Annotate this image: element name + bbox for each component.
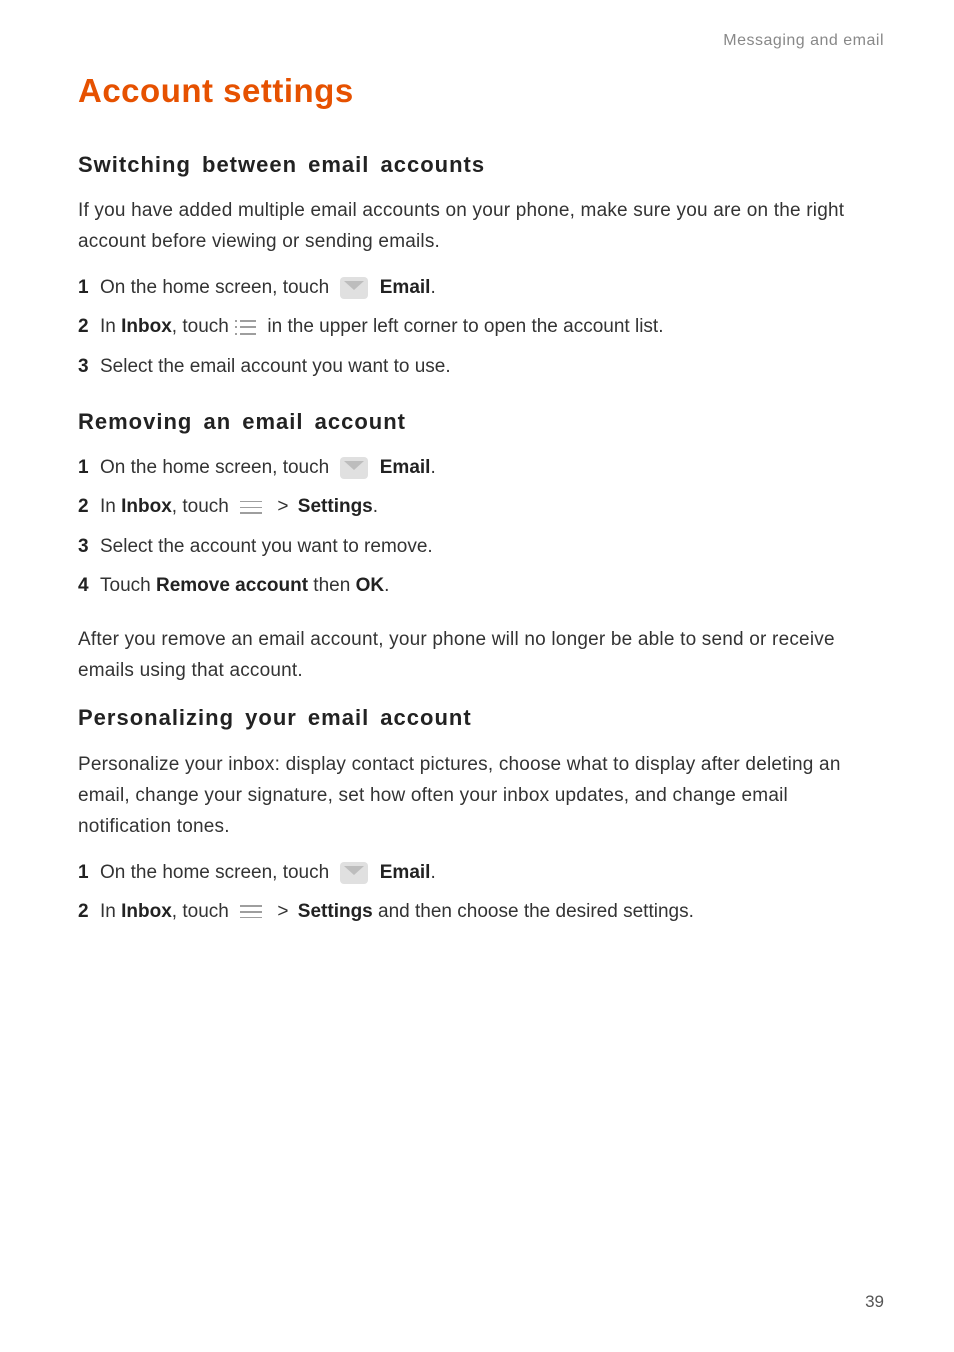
step-number: 2 — [78, 491, 100, 522]
step-body: Select the email account you want to use… — [100, 351, 451, 382]
running-header: Messaging and email — [78, 28, 884, 54]
step-number: 1 — [78, 272, 100, 303]
step-body: In Inbox, touch > Settings. — [100, 491, 378, 522]
step: 3Select the email account you want to us… — [78, 351, 884, 382]
step-text: Select the email account you want to use… — [100, 356, 451, 377]
menu-icon — [240, 905, 262, 918]
step: 2In Inbox, touch in the upper left corne… — [78, 311, 884, 342]
step-text: Touch — [100, 575, 156, 596]
page-title: Account settings — [78, 64, 884, 118]
menu-icon — [240, 501, 262, 514]
step-text: On the home screen, touch — [100, 277, 334, 298]
step-text: In — [100, 316, 121, 337]
step-text: in the upper left corner to open the acc… — [262, 316, 663, 337]
step-body: In Inbox, touch > Settings and then choo… — [100, 896, 694, 927]
step-text: and then choose the desired settings. — [373, 901, 694, 922]
step-text: On the home screen, touch — [100, 457, 334, 478]
step-text: In — [100, 496, 121, 517]
step-text: , touch — [172, 901, 234, 922]
step-number: 2 — [78, 896, 100, 927]
step: 1On the home screen, touch Email. — [78, 272, 884, 303]
email-app-icon — [340, 862, 368, 884]
step: 3Select the account you want to remove. — [78, 531, 884, 562]
step: 2In Inbox, touch > Settings and then cho… — [78, 896, 884, 927]
step-body: On the home screen, touch Email. — [100, 272, 436, 303]
ui-label: Email — [380, 457, 431, 478]
email-app-icon — [340, 457, 368, 479]
step: 2In Inbox, touch > Settings. — [78, 491, 884, 522]
ui-label: Settings — [298, 901, 373, 922]
step-list: 1On the home screen, touch Email.2In Inb… — [78, 272, 884, 382]
step-text: . — [430, 457, 435, 478]
step-text: In — [100, 901, 121, 922]
ui-label: Remove account — [156, 575, 308, 596]
step-text: then — [308, 575, 356, 596]
step-body: Select the account you want to remove. — [100, 531, 433, 562]
step-text: . — [373, 496, 378, 517]
step-number: 3 — [78, 351, 100, 382]
step-text: . — [430, 277, 435, 298]
ui-label: Email — [380, 277, 431, 298]
step-text: . — [384, 575, 389, 596]
page-number: 39 — [865, 1288, 884, 1316]
ui-label: Inbox — [121, 496, 172, 517]
section-intro: Personalize your inbox: display contact … — [78, 749, 884, 843]
email-app-icon — [340, 277, 368, 299]
section-outro: After you remove an email account, your … — [78, 624, 884, 687]
step-text: On the home screen, touch — [100, 862, 334, 883]
ui-label: OK — [356, 575, 385, 596]
step: 4Touch Remove account then OK. — [78, 570, 884, 601]
step-text: . — [430, 862, 435, 883]
step-number: 1 — [78, 452, 100, 483]
step-number: 4 — [78, 570, 100, 601]
ui-label: Settings — [298, 496, 373, 517]
section-heading: Removing an email account — [78, 404, 884, 440]
step-body: On the home screen, touch Email. — [100, 857, 436, 888]
step: 1On the home screen, touch Email. — [78, 857, 884, 888]
step-body: In Inbox, touch in the upper left corner… — [100, 311, 663, 342]
ui-label: Inbox — [121, 901, 172, 922]
step-number: 2 — [78, 311, 100, 342]
chevron-right-icon: > — [273, 496, 292, 517]
document-page: Messaging and email Account settings Swi… — [0, 0, 954, 1352]
step-text: , touch — [172, 496, 234, 517]
section-heading: Switching between email accounts — [78, 147, 884, 183]
step-list: 1On the home screen, touch Email.2In Inb… — [78, 857, 884, 928]
step: 1On the home screen, touch Email. — [78, 452, 884, 483]
step-body: Touch Remove account then OK. — [100, 570, 389, 601]
section-intro: If you have added multiple email account… — [78, 195, 884, 258]
section-heading: Personalizing your email account — [78, 700, 884, 736]
chevron-right-icon: > — [273, 901, 292, 922]
step-number: 1 — [78, 857, 100, 888]
step-list: 1On the home screen, touch Email.2In Inb… — [78, 452, 884, 601]
step-text: , touch — [172, 316, 234, 337]
account-list-icon — [240, 320, 256, 335]
ui-label: Email — [380, 862, 431, 883]
ui-label: Inbox — [121, 316, 172, 337]
step-text: Select the account you want to remove. — [100, 536, 433, 557]
step-body: On the home screen, touch Email. — [100, 452, 436, 483]
step-number: 3 — [78, 531, 100, 562]
